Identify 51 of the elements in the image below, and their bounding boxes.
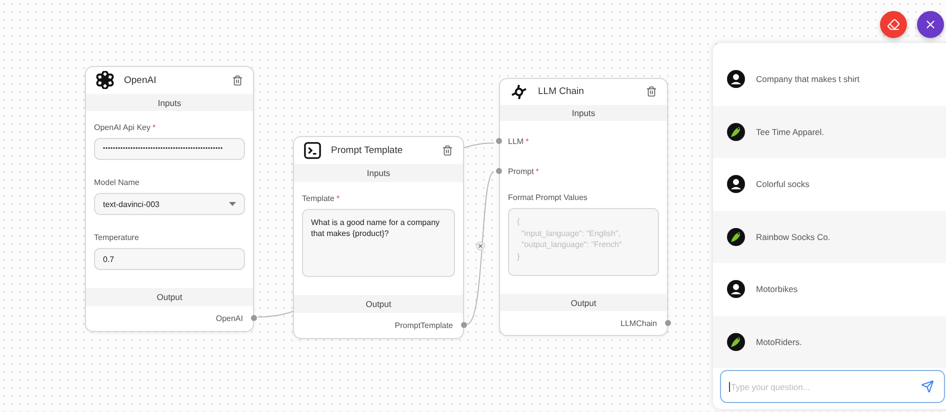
dropdown-caret-icon <box>229 202 236 206</box>
field-label: Model Name <box>94 178 140 188</box>
connection-handle[interactable] <box>251 315 257 322</box>
input-field[interactable]: 0.7 <box>94 248 245 270</box>
node-card[interactable]: LLM Chain Inputs LLM * Prompt * Format Prompt Values { "input_language": "English", "output_language": "French" } Output LLMChain <box>499 78 668 336</box>
user-avatar-icon <box>727 280 745 298</box>
connection-handle[interactable] <box>496 168 502 174</box>
output-label: OpenAI <box>216 314 243 323</box>
message-text: Rainbow Socks Co. <box>756 232 830 242</box>
edge-delete-icon[interactable] <box>476 242 485 250</box>
section-header: Output <box>500 294 667 312</box>
link-cross-icon <box>510 82 528 101</box>
clear-chat-button[interactable] <box>880 11 907 38</box>
message-text: Company that makes t shirt <box>756 74 860 84</box>
delete-icon[interactable] <box>646 86 657 98</box>
model-select[interactable]: text-davinci-003 <box>94 193 245 216</box>
field-label: OpenAI Api Key * <box>94 123 157 132</box>
terminal-icon <box>304 142 321 160</box>
field-label: Template * <box>302 194 341 203</box>
node-title: LLM Chain <box>538 86 585 98</box>
delete-icon[interactable] <box>442 145 453 156</box>
message-text: Motorbikes <box>756 284 798 294</box>
flower-logo-icon <box>96 71 114 90</box>
node-card[interactable]: Prompt Template Inputs Template * What is a good name for a company that makes {product}? Output PromptTemplate <box>293 136 464 339</box>
user-avatar-icon <box>727 70 745 88</box>
connection-handle[interactable] <box>665 320 671 326</box>
section-header: Output <box>294 294 463 313</box>
user-avatar-icon <box>727 175 745 194</box>
connection-handle[interactable] <box>496 138 502 144</box>
message-text: Tee Time Apparel. <box>756 126 824 137</box>
output-label: LLMChain <box>620 318 657 328</box>
section-header: Inputs <box>86 94 253 112</box>
message-text: Colorful socks <box>756 179 810 190</box>
field-label: Format Prompt Values <box>508 193 588 202</box>
section-header: Output <box>86 288 253 306</box>
close-icon <box>924 18 937 31</box>
input-label: LLM * <box>508 136 529 146</box>
output-label: PromptTemplate <box>394 320 453 330</box>
text-area[interactable]: What is a good name for a company that makes {product}? <box>302 208 455 277</box>
eraser-icon <box>887 18 900 31</box>
section-header: Inputs <box>500 104 667 122</box>
input-label: Prompt * <box>508 166 539 176</box>
node-title: Prompt Template <box>331 145 404 156</box>
send-icon[interactable] <box>921 380 934 393</box>
delete-icon[interactable] <box>232 74 243 86</box>
message-text: MotoRiders. <box>756 336 802 347</box>
field-label: Temperature <box>94 233 140 242</box>
section-header: Inputs <box>294 164 463 182</box>
node-title: OpenAI <box>124 74 158 86</box>
connection-handle[interactable] <box>461 322 467 328</box>
close-button[interactable] <box>917 11 944 38</box>
